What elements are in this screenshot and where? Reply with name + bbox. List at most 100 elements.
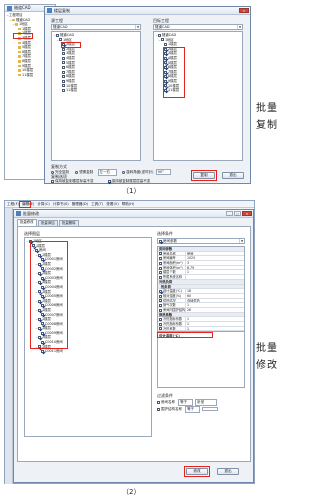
- property-value[interactable]: 1: [185, 317, 244, 321]
- property-value[interactable]: 1: [185, 326, 244, 331]
- checkbox[interactable]: [159, 289, 162, 293]
- menu-item[interactable]: 帮助(H): [122, 202, 135, 207]
- property-value[interactable]: 26: [185, 307, 244, 312]
- checkbox[interactable]: [38, 317, 41, 321]
- checkbox[interactable]: [41, 267, 44, 271]
- rotate-combo[interactable]: 90°: [155, 169, 171, 175]
- property-value[interactable]: 18: [185, 289, 244, 293]
- filter-name-checkbox[interactable]: [157, 400, 160, 404]
- checkbox[interactable]: [41, 350, 44, 354]
- property-value[interactable]: 1: [185, 303, 244, 307]
- menu-item[interactable]: 查看(V): [106, 202, 118, 207]
- checkbox[interactable]: [159, 299, 162, 303]
- menu-item[interactable]: 管理器(D): [72, 202, 88, 207]
- exit-button[interactable]: 退出: [217, 468, 239, 475]
- checkbox[interactable]: [41, 276, 44, 280]
- property-value[interactable]: 1025: [185, 256, 244, 261]
- checkbox[interactable]: [62, 52, 65, 56]
- source-project-combo[interactable]: 隧道CAD ▼: [51, 24, 141, 30]
- checkbox[interactable]: [56, 33, 59, 37]
- checkbox[interactable]: [159, 304, 162, 308]
- checkbox[interactable]: [161, 38, 164, 42]
- checkbox[interactable]: [41, 313, 44, 317]
- checkbox[interactable]: [38, 345, 41, 349]
- menu-item[interactable]: 计算(C): [37, 202, 50, 207]
- checkbox[interactable]: [164, 84, 167, 88]
- property-value[interactable]: 房间: [185, 251, 244, 256]
- checkbox[interactable]: [159, 261, 162, 265]
- checkbox[interactable]: [38, 253, 41, 257]
- rotate-copy-radio[interactable]: [122, 170, 126, 174]
- property-value[interactable]: 1: [185, 270, 244, 275]
- checkbox[interactable]: [159, 257, 162, 261]
- checkbox[interactable]: [62, 79, 65, 83]
- checkbox[interactable]: [35, 248, 38, 252]
- checkbox[interactable]: [159, 239, 162, 243]
- checkbox[interactable]: [41, 258, 44, 262]
- checkbox[interactable]: [159, 275, 162, 279]
- keep-elevation-checkbox[interactable]: [51, 179, 54, 183]
- checkbox[interactable]: [59, 38, 62, 42]
- maximize-icon[interactable]: □: [234, 211, 241, 216]
- checkbox[interactable]: [159, 327, 162, 331]
- checkbox[interactable]: [62, 75, 65, 79]
- checkbox[interactable]: [38, 327, 41, 331]
- checkbox[interactable]: [164, 56, 167, 60]
- chevron-down-icon[interactable]: ▼: [237, 25, 242, 29]
- minimize-icon[interactable]: –: [226, 211, 233, 216]
- checkbox[interactable]: [164, 47, 167, 51]
- close-icon[interactable]: ✕: [242, 211, 252, 216]
- menu-item[interactable]: 工具(T): [91, 202, 103, 207]
- checkbox[interactable]: [159, 271, 162, 275]
- checkbox[interactable]: [164, 70, 167, 74]
- property-value[interactable]: 8.79: [185, 265, 244, 270]
- close-icon[interactable]: ✕: [239, 8, 249, 13]
- chevron-down-icon[interactable]: ▼: [135, 25, 140, 29]
- checkbox[interactable]: [41, 340, 44, 344]
- checkbox[interactable]: [164, 75, 167, 79]
- copy-button[interactable]: 复制: [193, 172, 215, 179]
- chevron-down-icon[interactable]: ▼: [239, 239, 244, 243]
- filter-op-combo-2[interactable]: 等于: [185, 406, 201, 413]
- property-value[interactable]: 60: [185, 293, 244, 298]
- property-category-combo[interactable]: 房间参数 ▼: [157, 238, 245, 244]
- menu-item[interactable]: 计算书(S): [53, 202, 69, 207]
- checkbox[interactable]: [164, 52, 167, 56]
- checkbox[interactable]: [164, 79, 167, 83]
- checkbox[interactable]: [62, 65, 65, 69]
- modify-button[interactable]: 修改: [186, 468, 208, 475]
- checkbox[interactable]: [62, 61, 65, 65]
- target-project-combo[interactable]: 隧道CAD ▼: [153, 24, 243, 30]
- exit-button[interactable]: 退出: [222, 172, 244, 179]
- mirror-copy-radio[interactable]: [75, 170, 79, 174]
- checkbox[interactable]: [38, 281, 41, 285]
- checkbox[interactable]: [159, 322, 162, 326]
- checkbox[interactable]: [158, 33, 161, 37]
- checkbox[interactable]: [159, 294, 162, 298]
- keep-height-checkbox[interactable]: [107, 179, 111, 183]
- checkbox[interactable]: [41, 285, 44, 289]
- checkbox[interactable]: [62, 70, 65, 74]
- checkbox[interactable]: [159, 318, 162, 322]
- checkbox[interactable]: [41, 304, 44, 308]
- checkbox[interactable]: [38, 262, 41, 266]
- checkbox[interactable]: [32, 244, 35, 248]
- checkbox[interactable]: [164, 61, 167, 65]
- checkbox[interactable]: [159, 252, 162, 256]
- checkbox[interactable]: [62, 84, 65, 88]
- property-value[interactable]: 1: [185, 322, 244, 326]
- checkbox[interactable]: [164, 65, 167, 69]
- tab-batch-modify[interactable]: 批量修改: [17, 219, 37, 226]
- checkbox[interactable]: [164, 42, 167, 46]
- checkbox[interactable]: [62, 56, 65, 60]
- checkbox[interactable]: [159, 266, 162, 270]
- checkbox[interactable]: [62, 88, 65, 92]
- checkbox[interactable]: [41, 294, 44, 298]
- mirror-combo[interactable]: 左一右: [97, 169, 117, 176]
- checkbox[interactable]: [38, 299, 41, 303]
- floor-item[interactable]: 11楼层: [155, 88, 241, 93]
- checkbox[interactable]: [159, 308, 162, 312]
- floor-item[interactable]: 11楼层: [53, 88, 139, 93]
- filter-op-combo[interactable]: 等于: [178, 399, 194, 406]
- room-item[interactable]: C0011房间: [26, 349, 150, 354]
